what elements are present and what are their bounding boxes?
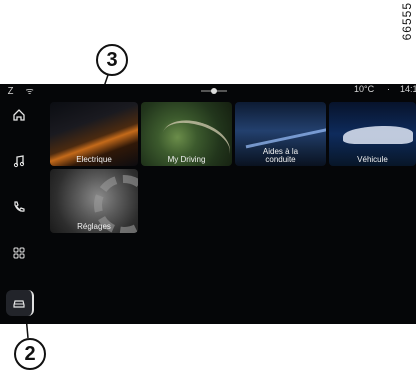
sidebar-item-music[interactable] (6, 148, 32, 174)
tile-vehicule[interactable]: Véhicule (329, 102, 416, 166)
tile-label: Electrique (76, 155, 112, 164)
sidebar-item-home[interactable] (6, 102, 32, 128)
beam-illustration (245, 126, 326, 149)
tile-label-line2: conduite (265, 155, 296, 164)
sidebar-item-phone[interactable] (6, 194, 32, 220)
tile-aides-conduite[interactable]: Aides à la conduite (235, 102, 326, 166)
tile-electrique[interactable]: Electrique (50, 102, 138, 166)
page-indicator-dot (211, 88, 217, 94)
temperature: 10°C (354, 84, 375, 94)
phone-icon (14, 201, 25, 212)
tile-label: My Driving (167, 155, 206, 164)
status-separator: · (387, 84, 390, 94)
sidebar (0, 96, 38, 324)
music-icon (13, 155, 25, 168)
infotainment-screen: Ｚ ᯤ 10°C · 14:1 Electrique My Driving Ai… (0, 84, 416, 324)
sidebar-item-vehicle[interactable] (6, 290, 34, 316)
tile-label: Réglages (77, 222, 111, 231)
apps-grid-icon (13, 247, 25, 259)
clock: 14:1 (400, 84, 416, 94)
tile-label: Véhicule (357, 155, 388, 164)
tile-reglages[interactable]: Réglages (50, 169, 138, 233)
status-bar: Ｚ ᯤ 10°C · 14:1 (0, 84, 416, 96)
tile-my-driving[interactable]: My Driving (141, 102, 232, 166)
callout-2: 2 (14, 338, 46, 370)
page-indicator[interactable] (201, 88, 227, 94)
car-icon (13, 300, 25, 308)
car-illustration (343, 126, 413, 144)
home-icon (13, 109, 25, 121)
sidebar-item-apps[interactable] (6, 240, 32, 266)
